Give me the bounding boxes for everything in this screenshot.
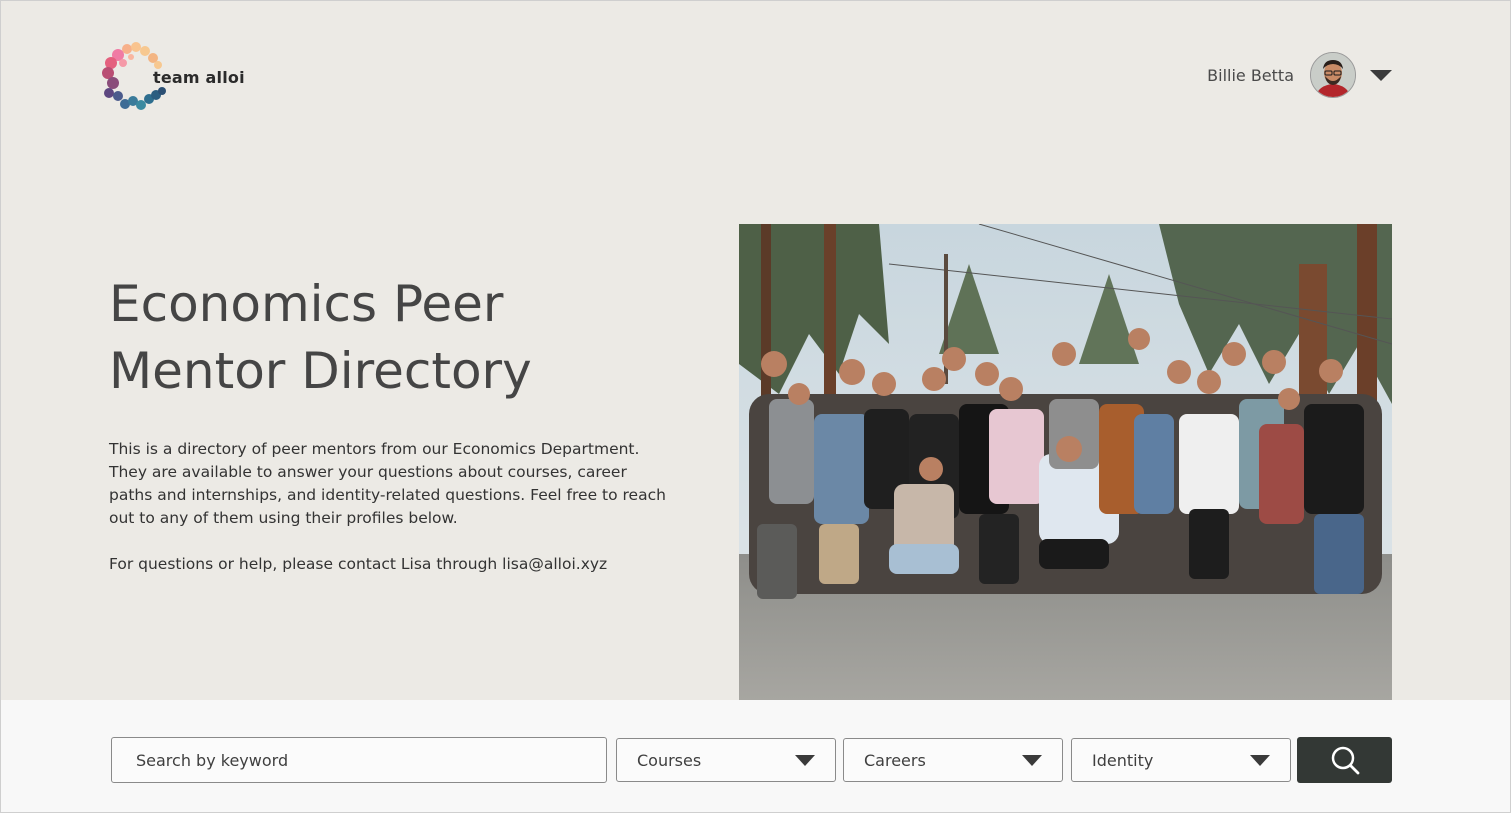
chevron-down-icon	[1022, 754, 1042, 766]
avatar-photo	[1311, 53, 1355, 97]
group-photo	[739, 224, 1392, 700]
user-name: Billie Betta	[1207, 65, 1294, 85]
search-input[interactable]	[111, 737, 607, 783]
search-button[interactable]	[1297, 737, 1392, 783]
filter-courses-dropdown[interactable]: Courses	[616, 738, 836, 782]
avatar[interactable]	[1310, 52, 1356, 98]
page: team alloi Billie Betta Economics Peer M…	[0, 0, 1511, 813]
page-title-line-1: Economics Peer	[109, 275, 504, 333]
contact-text: For questions or help, please contact Li…	[109, 555, 608, 573]
chevron-down-icon[interactable]	[1370, 69, 1392, 81]
logo-text: team alloi	[153, 68, 245, 87]
filter-careers-label: Careers	[864, 750, 926, 770]
filter-courses-label: Courses	[637, 750, 702, 770]
filter-careers-dropdown[interactable]: Careers	[843, 738, 1063, 782]
page-title: Economics Peer Mentor Directory	[109, 271, 709, 405]
chevron-down-icon	[795, 754, 815, 766]
page-title-line-2: Mentor Directory	[109, 342, 532, 400]
filter-identity-dropdown[interactable]: Identity	[1071, 738, 1291, 782]
user-menu[interactable]: Billie Betta	[1207, 51, 1392, 99]
chevron-down-icon	[1250, 754, 1270, 766]
search-icon	[1331, 746, 1359, 775]
search-bar: Courses Careers Identity	[1, 700, 1510, 812]
team-alloi-logo[interactable]: team alloi	[101, 41, 251, 117]
filter-identity-label: Identity	[1092, 750, 1154, 770]
group-photo-illustration	[739, 224, 1392, 700]
directory-description: This is a directory of peer mentors from…	[109, 440, 666, 527]
